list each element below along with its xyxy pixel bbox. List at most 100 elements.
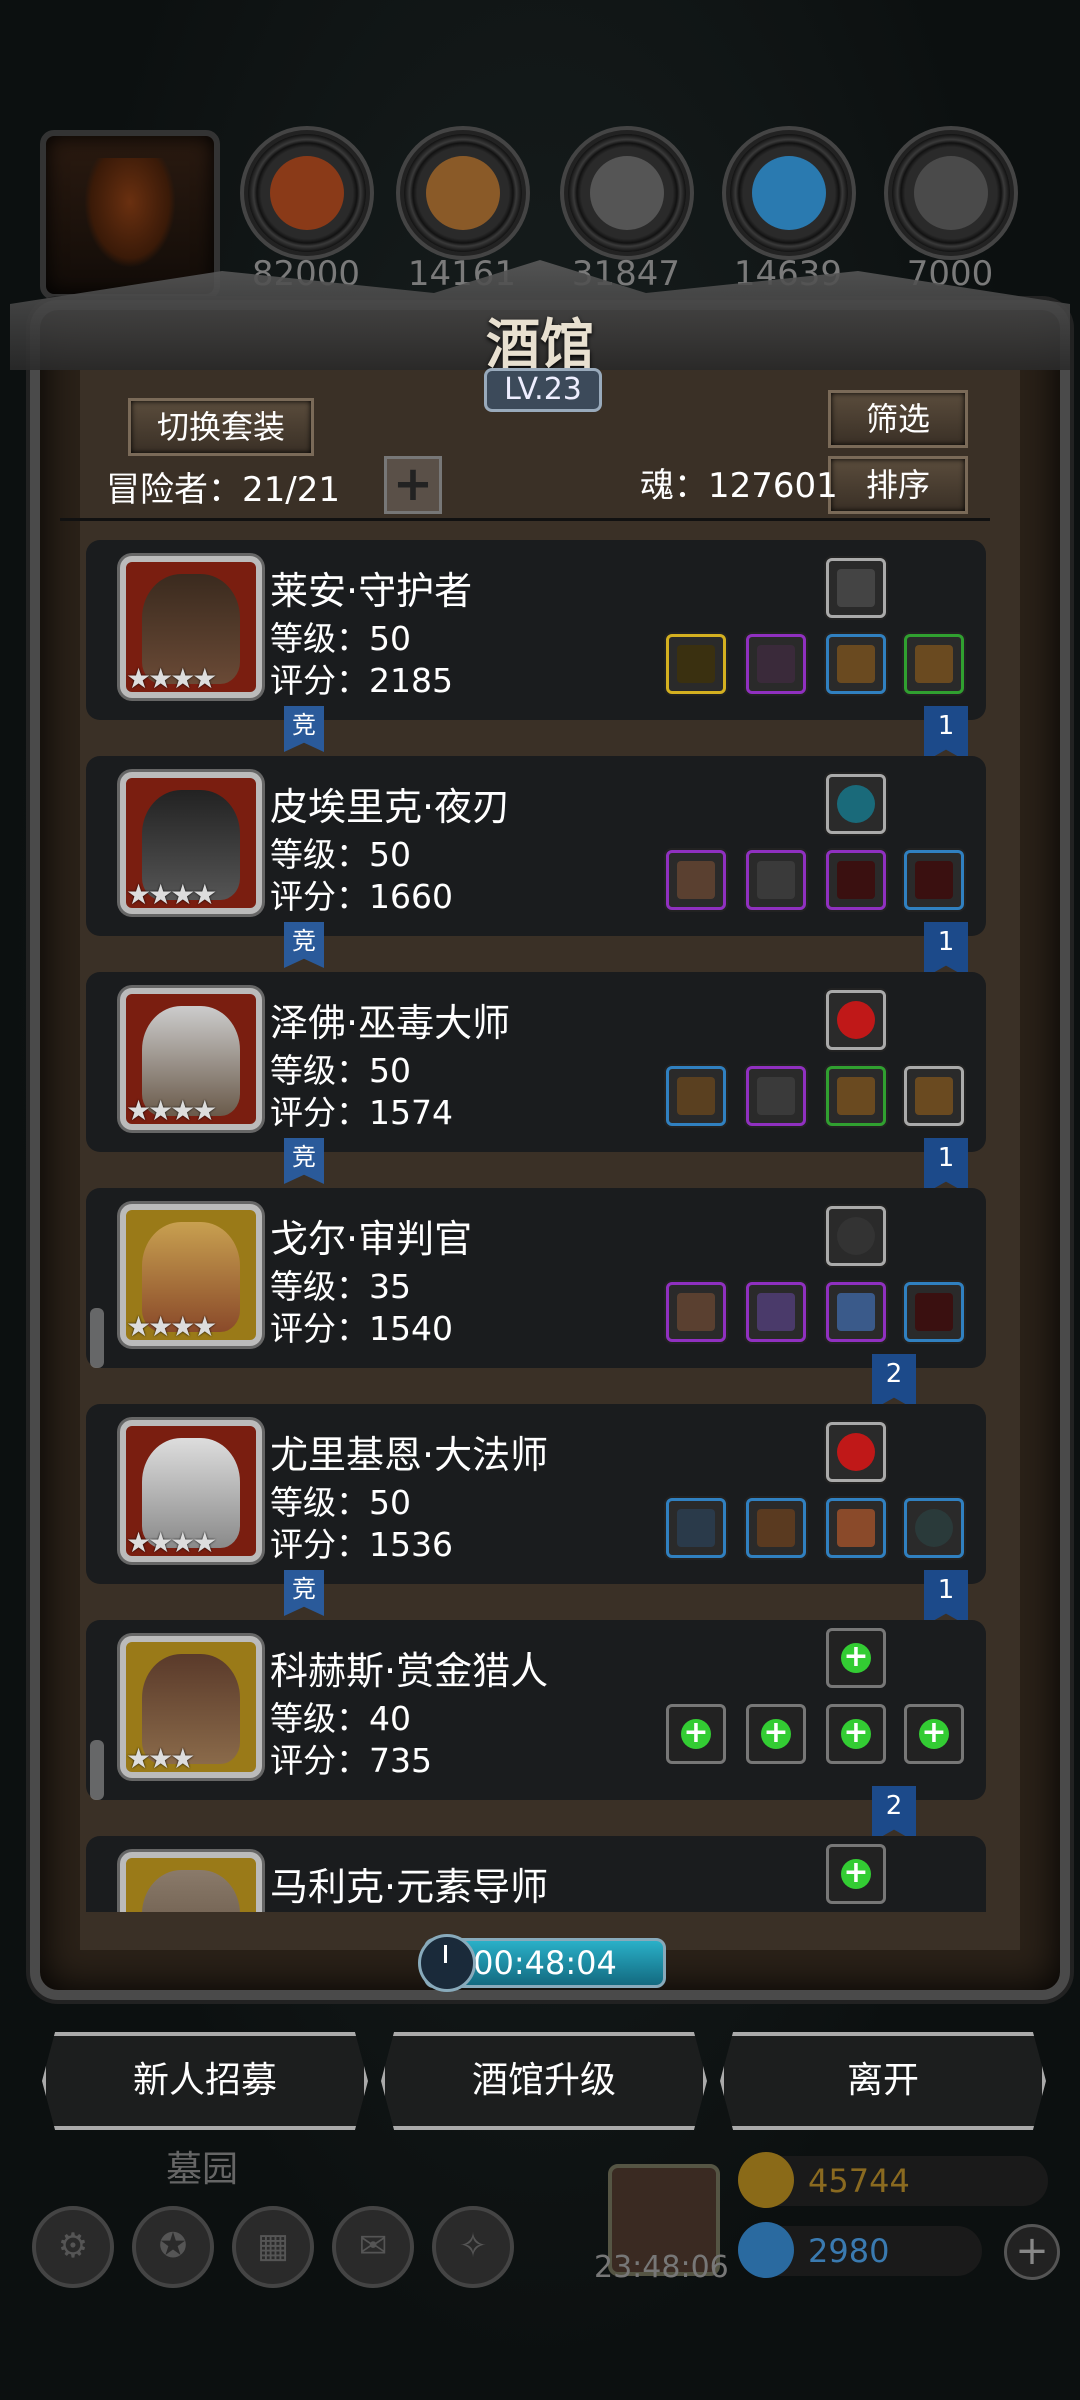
hero-card[interactable]: ★★★★ 尤里基恩·大法师 等级：50 评分：1536 [86,1404,986,1584]
hero-card[interactable]: 马利克·元素导师 + [86,1836,986,1912]
hooded-hero-slot[interactable] [40,130,220,300]
hero-name: 皮埃里克·夜刃 [270,785,511,829]
weapon-slot-icon[interactable] [666,1066,726,1126]
gem-slot-icon[interactable] [826,1206,886,1266]
arena-badge: 竞 [284,1570,324,1616]
helmet-slot-icon[interactable] [746,1282,806,1342]
gold-value: 45744 [808,2162,910,2200]
hero-level: 等级：50 [270,835,411,874]
hero-card[interactable]: ★★★★ 泽佛·巫毒大师 等级：50 评分：1574 [86,972,986,1152]
hero-score: 评分：1540 [270,1309,453,1348]
walking-icon [90,1308,104,1368]
amulet-slot-icon[interactable] [826,558,886,618]
hero-name: 戈尔·审判官 [270,1217,473,1261]
wood-resource-icon[interactable] [404,134,522,252]
star-icon[interactable]: ✪ [132,2206,214,2288]
gem-slot-icon[interactable] [826,990,886,1050]
arena-badge: 竞 [284,922,324,968]
crystal-resource-icon[interactable] [730,134,848,252]
recruit-button[interactable]: 新人招募 [42,2032,368,2130]
settings-icon[interactable]: ⚙ [32,2206,114,2288]
armor-slot-icon[interactable] [746,1498,806,1558]
switch-set-button[interactable]: 切换套装 [128,398,314,456]
hero-name: 莱安·守护者 [270,569,473,613]
add-adventurer-button[interactable]: + [384,456,442,514]
iron-resource-icon[interactable] [892,134,1010,252]
ring-slot-icon[interactable] [904,1498,964,1558]
upgrade-tavern-button[interactable]: 酒馆升级 [381,2032,707,2130]
hero-score: 评分：1574 [270,1093,453,1132]
gem-slot-icon[interactable] [826,774,886,834]
shield-icon[interactable]: ✧ [432,2206,514,2288]
weapon-slot-icon[interactable] [666,634,726,694]
hero-score: 评分：735 [270,1741,432,1780]
star-rating: ★★★★ [126,878,217,911]
stone-resource-icon[interactable] [568,134,686,252]
weapon-slot-icon[interactable] [666,850,726,910]
gem-slot-icon[interactable] [826,1422,886,1482]
add-equipment-icon[interactable]: + [904,1704,964,1764]
hero-level: 等级：50 [270,1483,411,1522]
gem-value: 2980 [808,2232,890,2270]
add-equipment-icon[interactable]: + [746,1704,806,1764]
hero-card[interactable]: ★★★★ 皮埃里克·夜刃 等级：50 评分：1660 [86,756,986,936]
clock-icon [418,1934,476,1992]
weapon-slot-icon[interactable] [666,1282,726,1342]
add-currency-button[interactable]: + [1004,2224,1060,2280]
boots-slot-icon[interactable] [904,634,964,694]
armor-slot-icon[interactable] [826,1066,886,1126]
hero-name: 马利克·元素导师 [270,1865,549,1909]
hero-level: 等级：50 [270,1051,411,1090]
soul-count: 魂：127601 [640,466,838,506]
hero-score: 评分：1536 [270,1525,453,1564]
tavern-level-badge: LV.23 [484,368,602,412]
add-equipment-icon[interactable]: + [826,1844,886,1904]
add-equipment-icon[interactable]: + [826,1704,886,1764]
boots-slot-icon[interactable] [904,1282,964,1342]
adventurers-count: 冒险者：21/21 [106,470,340,510]
hero-level: 等级：50 [270,619,411,658]
arena-badge: 竞 [284,706,324,752]
bracer-slot-icon[interactable] [826,1498,886,1558]
armor-slot-icon[interactable] [826,634,886,694]
boots-slot-icon[interactable] [904,850,964,910]
hero-portrait [120,1852,262,1912]
hooded-figure-icon [84,158,176,268]
armor-slot-icon[interactable] [826,1282,886,1342]
hero-level: 等级：40 [270,1699,411,1738]
hero-card[interactable]: ★★★★ 戈尔·审判官 等级：35 评分：1540 [86,1188,986,1368]
leather-resource-icon[interactable] [248,134,366,252]
armor-slot-icon[interactable] [826,850,886,910]
hero-score: 评分：2185 [270,661,453,700]
leave-button[interactable]: 离开 [720,2032,1046,2130]
hero-name: 泽佛·巫毒大师 [270,1001,511,1045]
hero-name: 尤里基恩·大法师 [270,1433,549,1477]
arena-badge: 竞 [284,1138,324,1184]
graveyard-label: 墓园 [166,2149,239,2190]
hero-list[interactable]: ★★★★ 莱安·守护者 等级：50 评分：2185 竞 1 ★★★★ 皮埃里克·… [86,536,986,1912]
helmet-slot-icon[interactable] [746,1066,806,1126]
rank-ribbon: 2 [872,1786,916,1842]
rank-ribbon: 1 [924,706,968,762]
hero-level: 等级：35 [270,1267,411,1306]
hero-score: 评分：1660 [270,877,453,916]
boots-slot-icon[interactable] [904,1066,964,1126]
hero-card[interactable]: ★★★ 科赫斯·赏金猎人 等级：40 评分：735 + + + + + [86,1620,986,1800]
rank-ribbon: 1 [924,1570,968,1626]
hero-card[interactable]: ★★★★ 莱安·守护者 等级：50 评分：2185 [86,540,986,720]
weapon-slot-icon[interactable] [666,1498,726,1558]
mail-icon[interactable]: ✉ [332,2206,414,2288]
divider [60,518,990,521]
helmet-slot-icon[interactable] [746,634,806,694]
add-equipment-icon[interactable]: + [666,1704,726,1764]
gold-icon [738,2152,794,2208]
add-equipment-icon[interactable]: + [826,1628,886,1688]
filter-button[interactable]: 筛选 [828,390,968,448]
hero-name: 科赫斯·赏金猎人 [270,1649,549,1693]
helmet-slot-icon[interactable] [746,850,806,910]
castle-icon[interactable]: ▦ [232,2206,314,2288]
gem-icon [738,2222,794,2278]
sort-button[interactable]: 排序 [828,456,968,514]
rank-ribbon: 2 [872,1354,916,1410]
star-rating: ★★★ [126,1742,195,1775]
